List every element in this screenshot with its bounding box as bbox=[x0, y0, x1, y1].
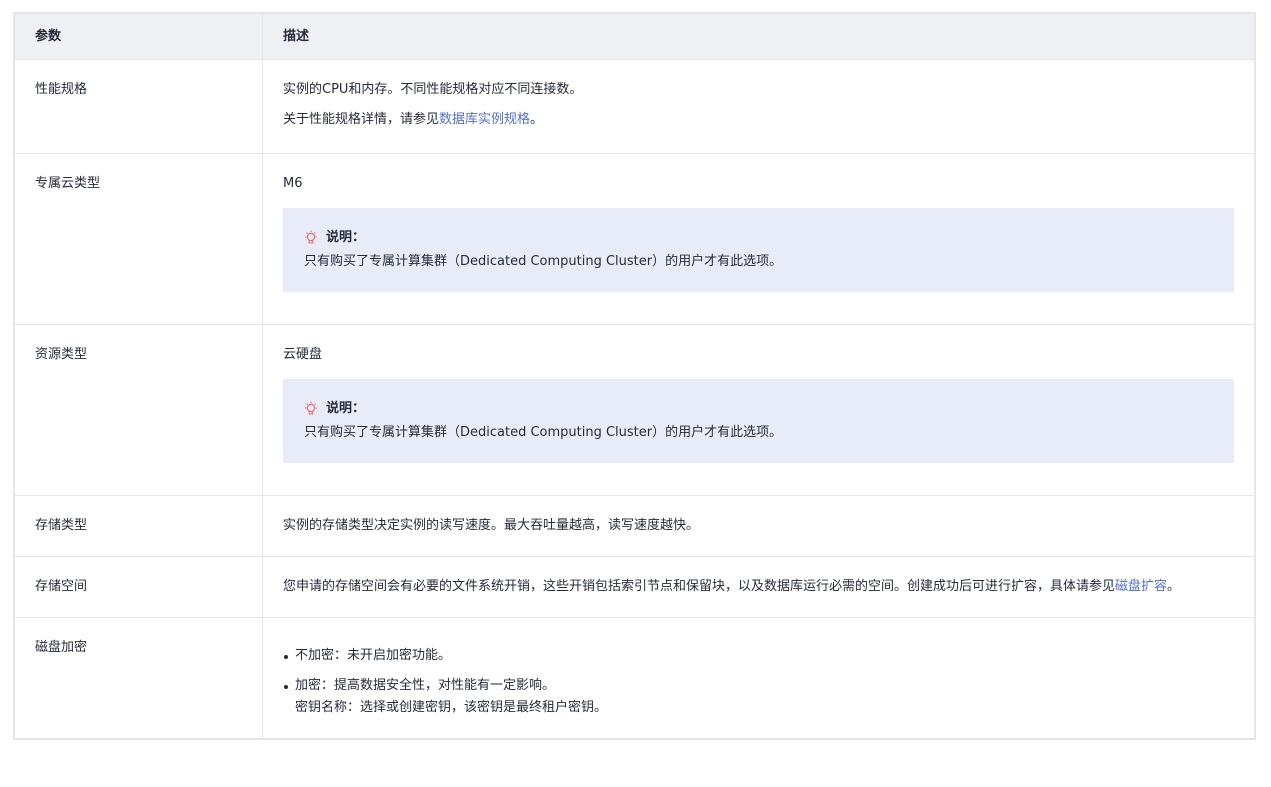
lightbulb-icon bbox=[305, 401, 317, 415]
bullet-text: 加密：提高数据安全性，对性能有一定影响。 bbox=[295, 678, 556, 693]
note-title-text: 说明： bbox=[326, 230, 366, 245]
list-item: 不加密：未开启加密功能。 bbox=[283, 646, 1234, 666]
desc-value: 云硬盘 bbox=[283, 347, 323, 362]
disk-expansion-link[interactable]: 磁盘扩容 bbox=[1115, 579, 1167, 594]
param-cell: 磁盘加密 bbox=[14, 617, 263, 739]
param-cell: 存储空间 bbox=[14, 556, 263, 618]
desc-cell: 实例的存储类型决定实例的读写速度。最大吞吐量越高，读写速度越快。 bbox=[262, 495, 1255, 557]
note-title-text: 说明： bbox=[326, 401, 366, 416]
desc-line: 关于性能规格详情，请参见数据库实例规格。 bbox=[283, 110, 1234, 130]
desc-text: 。 bbox=[530, 112, 544, 127]
desc-line: 实例的CPU和内存。不同性能规格对应不同连接数。 bbox=[283, 82, 583, 97]
note-text: 只有购买了专属计算集群（Dedicated Computing Cluster）… bbox=[304, 425, 783, 440]
bullet-list: 不加密：未开启加密功能。 加密：提高数据安全性，对性能有一定影响。 密钥名称：选… bbox=[283, 646, 1234, 718]
list-item: 加密：提高数据安全性，对性能有一定影响。 密钥名称：选择或创建密钥，该密钥是最终… bbox=[283, 676, 1234, 718]
note-title: 说明： bbox=[304, 399, 1214, 419]
header-param: 参数 bbox=[14, 13, 263, 60]
desc-cell: 实例的CPU和内存。不同性能规格对应不同连接数。 关于性能规格详情，请参见数据库… bbox=[262, 59, 1255, 154]
table-header-row: 参数 描述 bbox=[14, 13, 1255, 60]
note-box: 说明： 只有购买了专属计算集群（Dedicated Computing Clus… bbox=[283, 379, 1234, 463]
note-title: 说明： bbox=[304, 228, 1214, 248]
parameter-table: 参数 描述 性能规格 实例的CPU和内存。不同性能规格对应不同连接数。 关于性能… bbox=[13, 12, 1256, 740]
desc-cell: M6 说明： 只有购买了专属计算集群（Dedicated Computing C… bbox=[262, 153, 1255, 325]
desc-text: 关于性能规格详情，请参见 bbox=[283, 112, 440, 127]
table-row: 资源类型 云硬盘 说明： 只有购买了专属计算集群（Dedicated Compu… bbox=[14, 324, 1255, 496]
table-row: 磁盘加密 不加密：未开启加密功能。 加密：提高数据安全性，对性能有一定影响。 密… bbox=[14, 617, 1255, 739]
table-row: 性能规格 实例的CPU和内存。不同性能规格对应不同连接数。 关于性能规格详情，请… bbox=[14, 59, 1255, 154]
param-cell: 专属云类型 bbox=[14, 153, 263, 325]
note-box: 说明： 只有购买了专属计算集群（Dedicated Computing Clus… bbox=[283, 208, 1234, 292]
header-desc: 描述 bbox=[262, 13, 1255, 60]
table-row: 专属云类型 M6 说明： 只有购买了专属计算集群（Dedicated Compu… bbox=[14, 153, 1255, 325]
table-row: 存储类型 实例的存储类型决定实例的读写速度。最大吞吐量越高，读写速度越快。 bbox=[14, 495, 1255, 557]
desc-cell: 云硬盘 说明： 只有购买了专属计算集群（Dedicated Computing … bbox=[262, 324, 1255, 496]
desc-value: M6 bbox=[283, 176, 303, 191]
instance-spec-link[interactable]: 数据库实例规格 bbox=[439, 112, 530, 127]
desc-cell: 不加密：未开启加密功能。 加密：提高数据安全性，对性能有一定影响。 密钥名称：选… bbox=[262, 617, 1255, 739]
note-text: 只有购买了专属计算集群（Dedicated Computing Cluster）… bbox=[304, 254, 783, 269]
desc-text: 。 bbox=[1167, 579, 1181, 594]
param-cell: 资源类型 bbox=[14, 324, 263, 496]
param-cell: 性能规格 bbox=[14, 59, 263, 154]
bullet-subtext: 密钥名称：选择或创建密钥，该密钥是最终租户密钥。 bbox=[295, 700, 608, 715]
table-row: 存储空间 您申请的存储空间会有必要的文件系统开销，这些开销包括索引节点和保留块，… bbox=[14, 556, 1255, 618]
bullet-text: 不加密：未开启加密功能。 bbox=[295, 648, 452, 663]
param-cell: 存储类型 bbox=[14, 495, 263, 557]
desc-cell: 您申请的存储空间会有必要的文件系统开销，这些开销包括索引节点和保留块，以及数据库… bbox=[262, 556, 1255, 618]
lightbulb-icon bbox=[305, 230, 317, 244]
desc-text: 您申请的存储空间会有必要的文件系统开销，这些开销包括索引节点和保留块，以及数据库… bbox=[283, 579, 1116, 594]
